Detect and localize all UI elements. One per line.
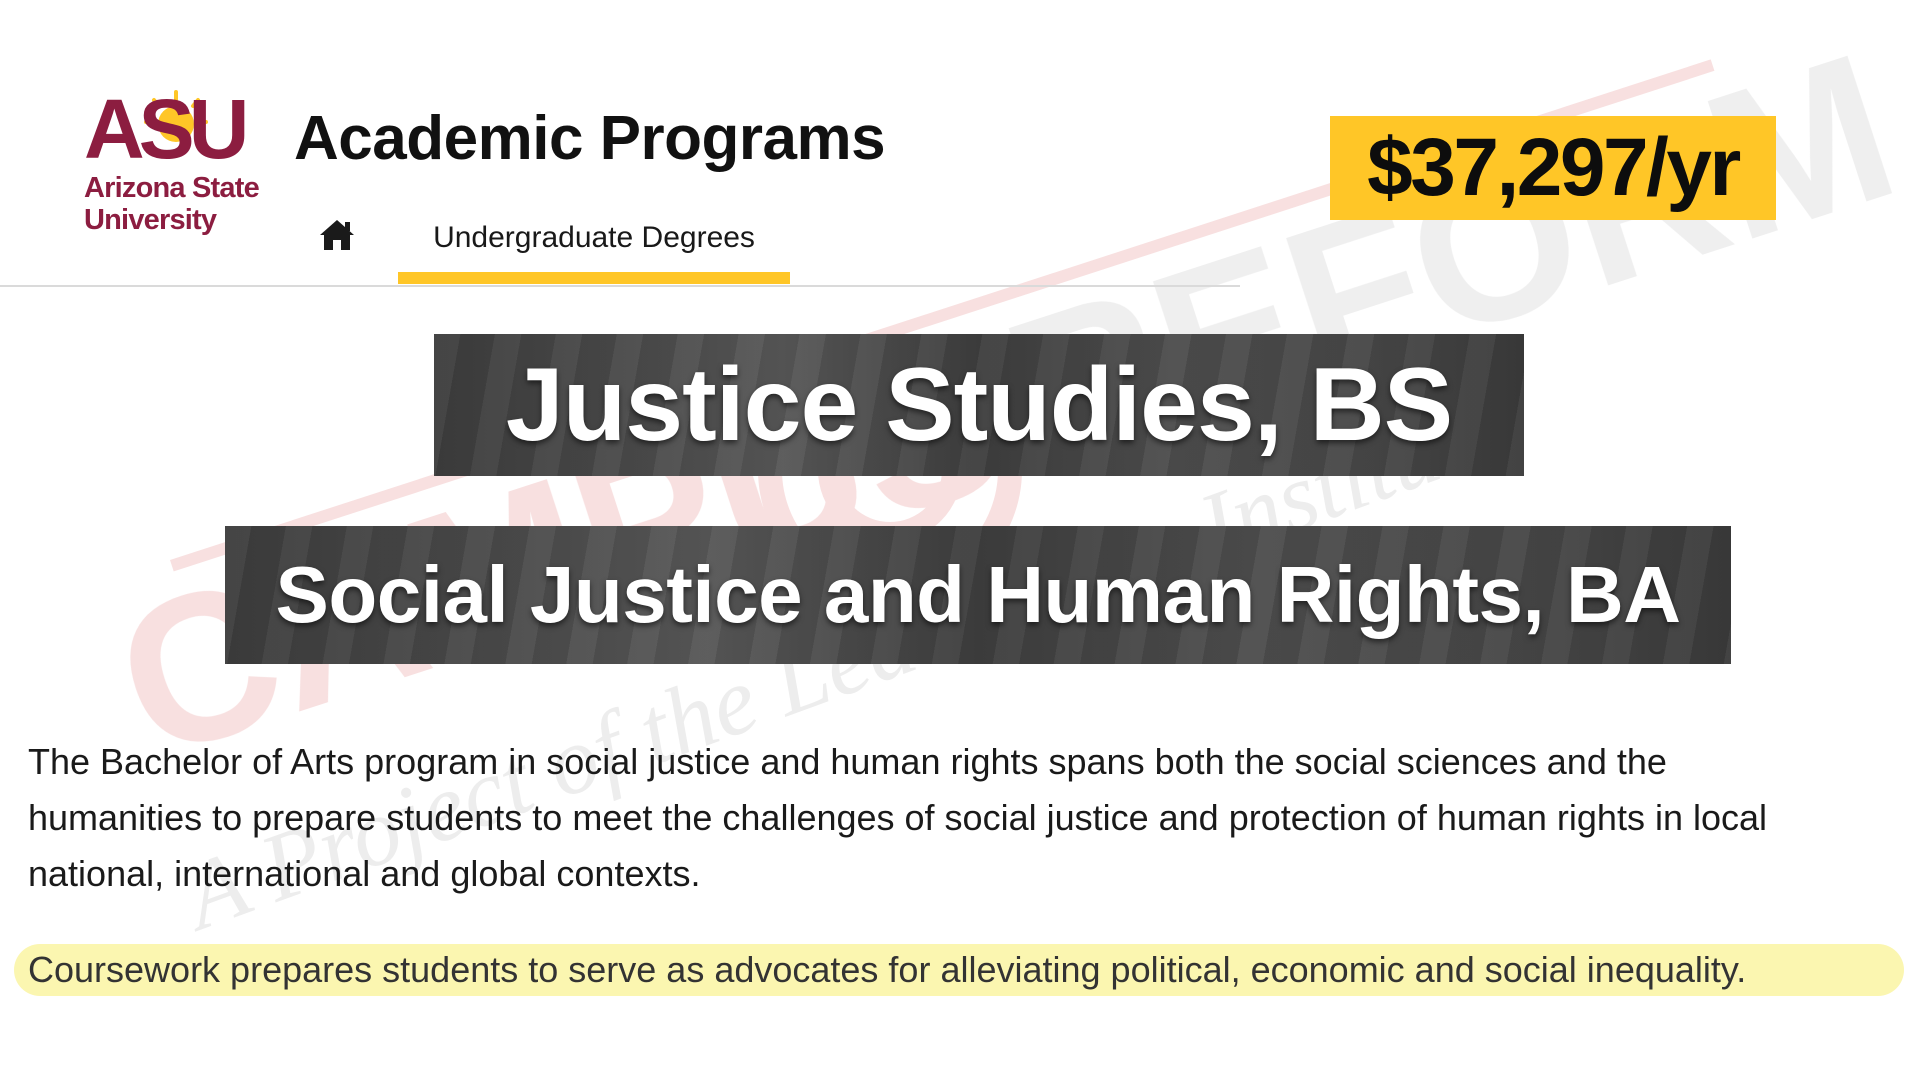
program-title: Justice Studies, BS: [505, 347, 1453, 463]
description-line: national, international and global conte…: [28, 853, 701, 894]
highlighted-text: Coursework prepares students to serve as…: [28, 949, 1747, 990]
program-banner-social-justice: Social Justice and Human Rights, BA: [225, 526, 1731, 664]
description-line: The Bachelor of Arts program in social j…: [28, 741, 1667, 782]
active-tab-indicator: [398, 272, 790, 284]
program-description: The Bachelor of Arts program in social j…: [28, 734, 1920, 902]
header-divider: [0, 285, 1240, 287]
logo-university-name: Arizona State University: [84, 172, 260, 236]
home-icon[interactable]: [318, 218, 356, 252]
highlighted-sentence: Coursework prepares students to serve as…: [14, 944, 1904, 996]
tab-label: Undergraduate Degrees: [433, 221, 755, 254]
tab-undergraduate-degrees[interactable]: Undergraduate Degrees: [398, 208, 790, 284]
program-title: Social Justice and Human Rights, BA: [275, 550, 1682, 639]
price-text: $37,297/yr: [1367, 122, 1741, 213]
asu-sunburst-mark: ASU: [84, 90, 251, 164]
price-badge: $37,297/yr: [1330, 116, 1776, 220]
page-title: Academic Programs: [294, 104, 886, 173]
description-line: humanities to prepare students to meet t…: [28, 797, 1768, 838]
program-banner-justice-studies: Justice Studies, BS: [434, 334, 1524, 476]
asu-logo[interactable]: ASU Arizona State University: [84, 90, 284, 240]
logo-mark-letters: ASU: [84, 90, 245, 164]
